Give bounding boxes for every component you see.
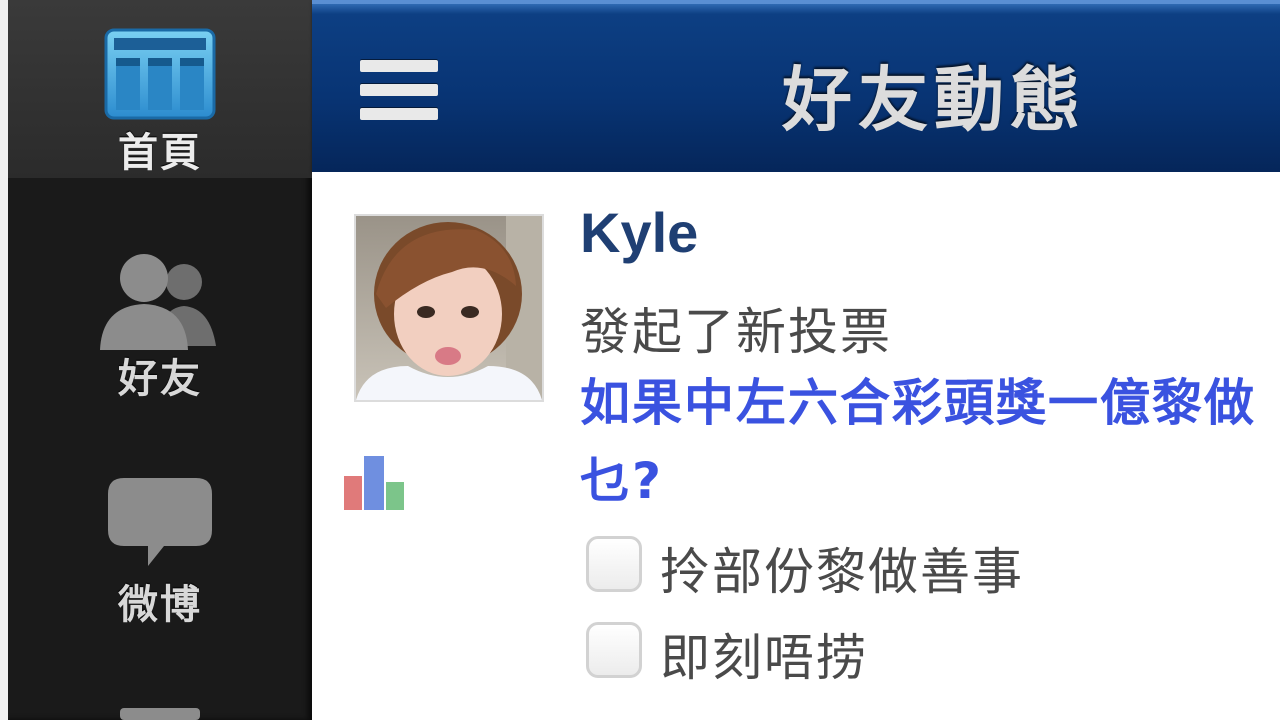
poll-option-label: 即刻唔捞 (660, 629, 868, 687)
sidebar-item-more[interactable] (8, 690, 312, 720)
sidebar-item-label: 好友 (118, 356, 202, 402)
sidebar-item-label: 首頁 (118, 130, 202, 176)
hamburger-menu-icon[interactable] (358, 56, 440, 124)
sidebar-item-friends[interactable]: 好友 (8, 230, 312, 408)
poll-question-link[interactable]: 如果中左六合彩頭獎一億黎做乜? (580, 364, 1280, 520)
speech-bubble-icon (104, 474, 216, 574)
friends-icon (92, 246, 228, 354)
sidebar-item-weibo[interactable]: 微博 (8, 460, 312, 638)
poll-option-checkbox[interactable] (586, 622, 642, 678)
poll-option-label: 拎部份黎做善事 (660, 543, 1024, 601)
page-title: 好友動態 (782, 59, 1086, 141)
post-action-text: 發起了新投票 (580, 303, 892, 361)
sidebar-nav: 首頁 好友 微博 (0, 0, 312, 720)
top-bar: 好友動態 (312, 0, 1280, 172)
sidebar-item-label: 微博 (118, 582, 202, 628)
poll-option-checkbox[interactable] (586, 536, 642, 592)
sidebar-item-home[interactable]: 首頁 (8, 0, 312, 178)
calendar-icon (104, 28, 216, 124)
more-icon (110, 704, 210, 724)
post-username[interactable]: Kyle (580, 200, 698, 265)
sidebar-edge (0, 0, 8, 720)
poll-chart-icon (342, 452, 408, 516)
avatar[interactable] (354, 214, 544, 402)
feed-list: Kyle 發起了新投票 如果中左六合彩頭獎一億黎做乜? 拎部份黎做善事 即刻唔捞 (312, 172, 1280, 720)
